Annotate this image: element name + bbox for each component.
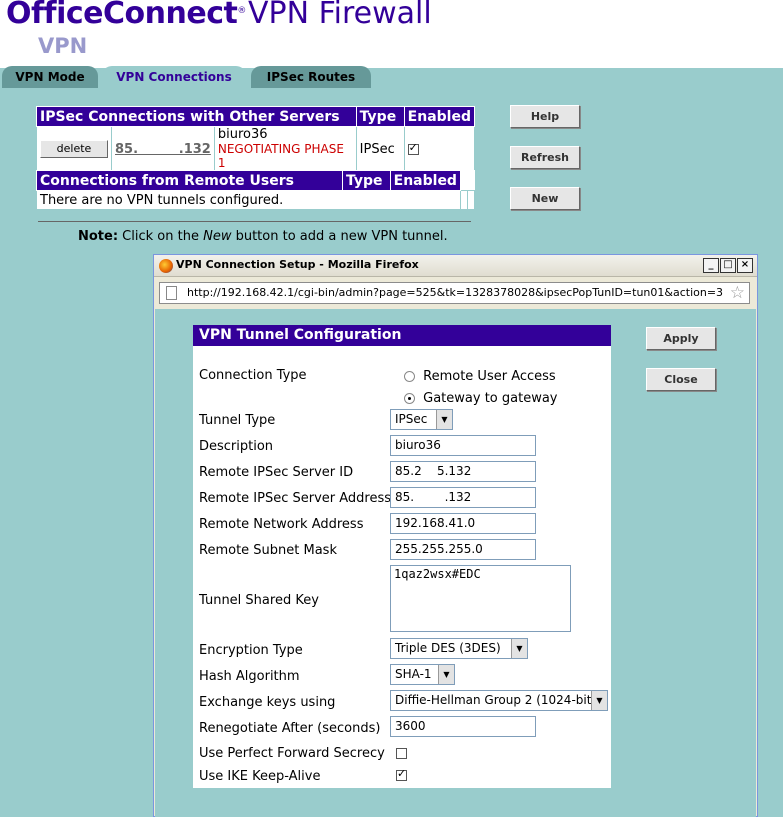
tab-vpn-mode[interactable]: VPN Mode [2,66,98,88]
tunnel-type-label: Tunnel Type [199,413,276,428]
new-button[interactable]: New [510,187,580,210]
radio-remote-user-control[interactable] [404,371,415,382]
ipsec-table-header: IPSec Connections with Other Servers [36,106,357,127]
enabled-column-header: Enabled [389,170,462,191]
enabled-cell [403,126,476,172]
ipsec-connections-table: IPSec Connections with Other Servers Typ… [36,106,476,172]
type-column-header: Type [355,106,405,127]
window-title: VPN Connection Setup - Mozilla Firefox [176,258,419,271]
description-input[interactable]: biuro36 [390,435,536,456]
note-text: Note: Click on the New button to add a n… [78,229,448,244]
close-button[interactable]: Close [646,368,716,391]
tunnel-type-select[interactable]: IPSec ▼ [390,409,453,430]
note-label: Note: [78,229,119,244]
encryption-value: Triple DES (3DES) [395,641,501,655]
enabled-column-header: Enabled [403,106,476,127]
description-label: Description [199,439,274,454]
exchange-select[interactable]: Diffie-Hellman Group 2 (1024-bit) ▼ [390,690,608,711]
page-icon [166,286,177,300]
renegotiate-input[interactable]: 3600 [390,716,536,737]
type-column-header: Type [341,170,391,191]
server-id-input[interactable]: 85.2 5.132 [390,461,536,482]
renegotiate-label: Renegotiate After (seconds) [199,721,381,736]
close-icon[interactable]: × [737,258,753,273]
url-text: http://192.168.42.1/cgi-bin/admin?page=5… [187,286,724,299]
product-title: VPN Firewall [248,0,432,31]
address-bar[interactable]: http://192.168.42.1/cgi-bin/admin?page=5… [159,282,750,304]
note-text-after: button to add a new VPN tunnel. [231,229,448,244]
ike-label: Use IKE Keep-Alive [199,769,321,784]
brand-logo: OfficeConnect® [6,0,246,31]
exchange-value: Diffie-Hellman Group 2 (1024-bit) [395,693,597,707]
pfs-label: Use Perfect Forward Secrecy [199,746,385,761]
server-id-label: Remote IPSec Server ID [199,465,354,480]
delete-cell: delete [36,126,112,172]
registered-mark: ® [237,6,246,16]
remote-table-header: Connections from Remote Users [36,170,343,191]
maximize-icon[interactable]: □ [720,258,736,273]
note-emphasis: New [203,229,232,244]
connection-type-label: Connection Type [199,368,307,383]
table-row: delete 85. .132 biuro36 NEGOTIATING PHAS… [36,126,476,172]
shared-key-label: Tunnel Shared Key [199,593,319,608]
tunnel-config-panel: VPN Tunnel Configuration Connection Type… [193,325,611,788]
connection-status: NEGOTIATING PHASE 1 [217,142,344,170]
pfs-checkbox[interactable] [396,748,407,759]
server-address-input[interactable]: 85. .132 [390,487,536,508]
connection-type: IPSec [355,126,405,172]
divider [38,221,471,222]
firefox-icon [159,259,173,273]
shared-key-textarea[interactable]: 1qaz2wsx#EDC [390,565,571,632]
hash-label: Hash Algorithm [199,669,300,684]
tab-bar: VPN Mode VPN Connections IPSec Routes [0,66,783,88]
radio-gateway[interactable]: Gateway to gateway [404,391,558,406]
note-text-before: Click on the [118,229,204,244]
radio-gateway-control[interactable] [404,393,415,404]
hash-value: SHA-1 [395,667,432,681]
section-title: VPN [38,34,88,58]
address-cell: 85. .132 [111,126,215,172]
window-titlebar[interactable]: VPN Connection Setup - Mozilla Firefox _… [154,255,757,277]
refresh-button[interactable]: Refresh [510,146,580,169]
chevron-down-icon: ▼ [591,691,607,710]
remote-network-input[interactable]: 192.168.41.0 [390,513,536,534]
chevron-down-icon: ▼ [436,410,452,429]
help-button[interactable]: Help [510,105,580,128]
empty-message: There are no VPN tunnels configured. [36,190,461,210]
encryption-label: Encryption Type [199,643,303,658]
remote-network-label: Remote Network Address [199,517,364,532]
bookmark-star-icon[interactable]: ☆ [730,283,745,303]
connection-address-link[interactable]: 85. .132 [115,142,211,157]
minimize-icon[interactable]: _ [703,258,719,273]
enabled-checkbox[interactable] [407,141,419,155]
ike-checkbox[interactable] [396,767,407,781]
subnet-mask-label: Remote Subnet Mask [199,543,337,558]
radio-remote-user[interactable]: Remote User Access [404,369,556,384]
radio-gateway-label: Gateway to gateway [423,391,558,406]
tunnel-type-value: IPSec [395,412,428,426]
server-address-label: Remote IPSec Server Address [199,491,392,506]
panel-title: VPN Tunnel Configuration [193,325,611,346]
chevron-down-icon: ▼ [438,665,454,684]
radio-remote-user-label: Remote User Access [423,369,556,384]
subnet-mask-input[interactable]: 255.255.255.0 [390,539,536,560]
tab-vpn-connections[interactable]: VPN Connections [102,66,246,88]
encryption-select[interactable]: Triple DES (3DES) ▼ [390,638,528,659]
delete-button[interactable]: delete [40,140,108,158]
apply-button[interactable]: Apply [646,327,716,350]
tab-ipsec-routes[interactable]: IPSec Routes [251,66,371,88]
brand-name: OfficeConnect [6,0,238,31]
hash-select[interactable]: SHA-1 ▼ [390,664,455,685]
remote-users-table: Connections from Remote Users Type Enabl… [36,170,475,210]
chevron-down-icon: ▼ [511,639,527,658]
connection-name: biuro36 [217,127,268,142]
connection-info-cell: biuro36 NEGOTIATING PHASE 1 [213,126,357,172]
vpn-setup-window: VPN Connection Setup - Mozilla Firefox _… [153,254,758,817]
page-header: OfficeConnect® VPN Firewall VPN [0,0,783,68]
window-content: VPN Tunnel Configuration Connection Type… [155,309,756,817]
exchange-label: Exchange keys using [199,695,336,710]
